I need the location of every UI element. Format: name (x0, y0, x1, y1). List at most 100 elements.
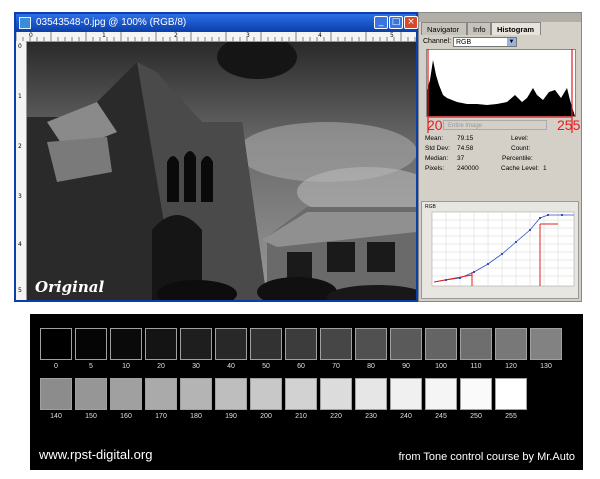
tone-swatch (145, 378, 177, 410)
stat-stddev-label: Std Dev: (425, 145, 450, 152)
tone-swatch-label: 60 (297, 363, 305, 370)
tone-swatch (110, 378, 142, 410)
maximize-button[interactable]: □ (389, 16, 403, 29)
vertical-ruler: 0 1 2 3 4 5 (16, 41, 27, 300)
tab-info[interactable]: Info (467, 22, 491, 35)
tone-swatch-label: 130 (540, 363, 552, 370)
photo-caption: Original (35, 278, 105, 296)
tone-swatch (460, 378, 492, 410)
document-title: 03543548-0.jpg @ 100% (RGB/8) (36, 17, 187, 28)
stat-cache-value: 1 (543, 165, 547, 172)
tone-swatch (250, 378, 282, 410)
tone-swatch-label: 230 (365, 413, 377, 420)
tone-swatch-label: 90 (402, 363, 410, 370)
tone-swatch-label: 0 (54, 363, 58, 370)
church-photo: Original (27, 42, 416, 300)
ruler-top-label: 2 (174, 32, 178, 39)
tab-navigator[interactable]: Navigator (421, 22, 467, 35)
ruler-top-label: 5 (390, 32, 394, 39)
stat-stddev-value: 74.58 (457, 145, 474, 152)
tone-swatch (285, 378, 317, 410)
stat-level-label: Level: (511, 135, 529, 142)
tone-swatch-label: 30 (192, 363, 200, 370)
minimize-button[interactable]: _ (374, 16, 388, 29)
tone-swatch-label: 80 (367, 363, 375, 370)
tone-swatch-label: 150 (85, 413, 97, 420)
tone-swatch (215, 378, 247, 410)
range-markers (427, 49, 573, 133)
tone-swatch (40, 328, 72, 360)
chevron-down-icon: ▼ (507, 38, 516, 46)
tone-swatch (530, 328, 562, 360)
tone-swatch (495, 328, 527, 360)
tab-histogram[interactable]: Histogram (491, 22, 541, 35)
tone-swatch-label: 180 (190, 413, 202, 420)
stat-count-label: Count: (511, 145, 531, 152)
tone-swatch-label: 170 (155, 413, 167, 420)
channel-select[interactable]: RGB ▼ (453, 37, 517, 47)
source-select[interactable]: Entire Image (443, 120, 547, 130)
tone-swatch (180, 378, 212, 410)
tone-swatch-label: 40 (227, 363, 235, 370)
title-bar[interactable]: 03543548-0.jpg @ 100% (RGB/8) _ □ × (16, 14, 418, 32)
channel-value: RGB (456, 39, 472, 46)
tone-swatch-label: 240 (400, 413, 412, 420)
tone-swatch-label: 255 (505, 413, 517, 420)
tone-swatch-label: 200 (260, 413, 272, 420)
channel-label: Channel: (423, 38, 452, 45)
tone-swatch (40, 378, 72, 410)
ruler-top-label: 3 (246, 32, 250, 39)
tone-swatch (320, 378, 352, 410)
tone-swatch (145, 328, 177, 360)
tone-swatch (495, 378, 527, 410)
photoshop-document-icon (19, 17, 31, 29)
stat-median-value: 37 (457, 155, 465, 162)
ruler-left-label: 5 (18, 287, 22, 294)
tone-swatch-label: 160 (120, 413, 132, 420)
tone-swatch (180, 328, 212, 360)
tone-swatch (425, 378, 457, 410)
tone-swatch-label: 5 (89, 363, 93, 370)
tone-swatch (425, 328, 457, 360)
tone-swatch-label: 210 (295, 413, 307, 420)
ruler-left-label: 2 (18, 143, 22, 150)
curves-graph: RGB (421, 201, 579, 299)
tone-swatch (110, 328, 142, 360)
stat-median-label: Median: (425, 155, 449, 162)
histogram-palette: Navigator Info Histogram Channel: RGB ▼ … (418, 12, 582, 302)
stat-mean-label: Mean: (425, 135, 444, 142)
ruler-top-label: 4 (318, 32, 322, 39)
tone-swatch-label: 245 (435, 413, 447, 420)
stat-cache-label: Cache Level: (501, 165, 539, 172)
tone-swatch (390, 378, 422, 410)
tone-swatch (320, 328, 352, 360)
tone-scale-strip: 0 5 10 20 30 40 50 60 70 80 90 100 110 120 130 140 150 1… (30, 314, 583, 470)
tone-swatch-label: 70 (332, 363, 340, 370)
tone-swatch (75, 328, 107, 360)
tone-swatch-label: 140 (50, 413, 62, 420)
ruler-top-label: 1 (102, 32, 106, 39)
website-label: www.rpst-digital.org (39, 447, 153, 462)
tone-swatch (390, 328, 422, 360)
tone-swatch (250, 328, 282, 360)
tone-swatch-label: 50 (262, 363, 270, 370)
tone-swatch (460, 328, 492, 360)
stat-pixels-value: 240000 (457, 165, 479, 172)
tone-swatch-label: 10 (122, 363, 130, 370)
ruler-top-label: 0 (29, 32, 33, 39)
palette-header[interactable] (419, 13, 581, 22)
credit-label: from Tone control course by Mr.Auto (398, 451, 576, 463)
tone-swatch (215, 328, 247, 360)
stat-mean-value: 79.15 (457, 135, 474, 142)
tone-swatch-label: 250 (470, 413, 482, 420)
high-marker-label: 255 (557, 117, 581, 133)
horizontal-ruler: 0 1 2 3 4 5 (16, 32, 416, 42)
document-window: 03543548-0.jpg @ 100% (RGB/8) _ □ × 0 1 … (14, 12, 418, 302)
ruler-left-label: 3 (18, 193, 22, 200)
tone-swatch (355, 378, 387, 410)
tone-swatch (75, 378, 107, 410)
ruler-left-label: 1 (18, 93, 22, 100)
tone-swatch (355, 328, 387, 360)
tone-swatch-label: 100 (435, 363, 447, 370)
close-button[interactable]: × (404, 16, 418, 29)
